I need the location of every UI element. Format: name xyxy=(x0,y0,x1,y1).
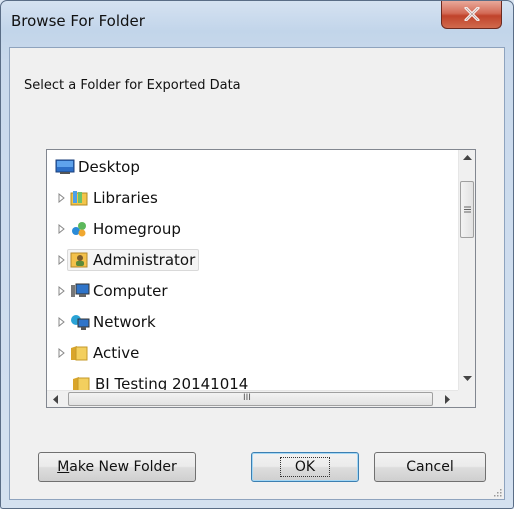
tree-item-label: Active xyxy=(93,344,140,362)
tree-item-computer[interactable]: Computer xyxy=(56,278,168,304)
folder-icon xyxy=(70,344,88,362)
vertical-scroll-thumb[interactable] xyxy=(460,181,474,238)
dialog-client-area: Select a Folder for Exported Data Deskto… xyxy=(9,47,505,500)
expand-arrow-icon[interactable] xyxy=(56,254,68,266)
horizontal-scrollbar[interactable]: III xyxy=(47,390,460,407)
scroll-right-arrow-icon[interactable] xyxy=(445,395,451,404)
make-new-folder-button[interactable]: Make New Folder xyxy=(38,452,196,482)
desktop-icon xyxy=(55,158,75,176)
grip-icon: III xyxy=(243,393,251,403)
libraries-icon xyxy=(70,189,88,207)
expand-arrow-icon[interactable] xyxy=(56,285,68,297)
tree-item-label: Network xyxy=(93,313,156,331)
cancel-button[interactable]: Cancel xyxy=(374,452,486,482)
scroll-left-arrow-icon[interactable] xyxy=(53,395,59,404)
button-label: Make New Folder xyxy=(57,459,177,475)
tree-item-label: Administrator xyxy=(93,251,196,269)
user-folder-icon xyxy=(70,251,88,269)
expand-arrow-icon[interactable] xyxy=(56,223,68,235)
tree-item-desktop[interactable]: Desktop xyxy=(53,154,140,180)
vertical-scrollbar[interactable] xyxy=(458,150,475,390)
scroll-down-arrow-icon[interactable] xyxy=(463,376,472,382)
expand-arrow-icon[interactable] xyxy=(56,192,68,204)
folder-tree[interactable]: Desktop Libraries Homegroup Administrato… xyxy=(46,149,476,408)
dialog-prompt: Select a Folder for Exported Data xyxy=(24,78,241,93)
tree-item-label: Homegroup xyxy=(93,220,181,238)
tree-item-libraries[interactable]: Libraries xyxy=(56,185,158,211)
scroll-up-arrow-icon[interactable] xyxy=(463,155,472,161)
horizontal-scroll-thumb[interactable]: III xyxy=(68,392,433,406)
button-label: Cancel xyxy=(406,459,454,475)
scrollbar-corner xyxy=(458,390,475,407)
window-title: Browse For Folder xyxy=(11,12,145,30)
tree-item-label: Computer xyxy=(93,282,168,300)
computer-icon xyxy=(70,282,90,300)
expand-arrow-icon[interactable] xyxy=(56,316,68,328)
close-button[interactable] xyxy=(441,1,502,29)
expand-arrow-icon[interactable] xyxy=(56,347,68,359)
homegroup-icon xyxy=(70,220,88,238)
tree-item-label: Desktop xyxy=(78,158,140,176)
button-label: OK xyxy=(279,457,331,477)
resize-grip-icon[interactable] xyxy=(492,487,502,497)
tree-item-homegroup[interactable]: Homegroup xyxy=(56,216,181,242)
dialog-window: Browse For Folder Select a Folder for Ex… xyxy=(0,0,514,509)
tree-item-network[interactable]: Network xyxy=(56,309,156,335)
network-icon xyxy=(70,313,90,331)
tree-item-active[interactable]: Active xyxy=(56,340,139,366)
close-icon xyxy=(464,7,480,21)
ok-button[interactable]: OK xyxy=(251,452,359,482)
tree-item-label: Libraries xyxy=(93,189,158,207)
grip-icon xyxy=(464,206,471,213)
tree-item-administrator[interactable]: Administrator xyxy=(56,247,200,273)
